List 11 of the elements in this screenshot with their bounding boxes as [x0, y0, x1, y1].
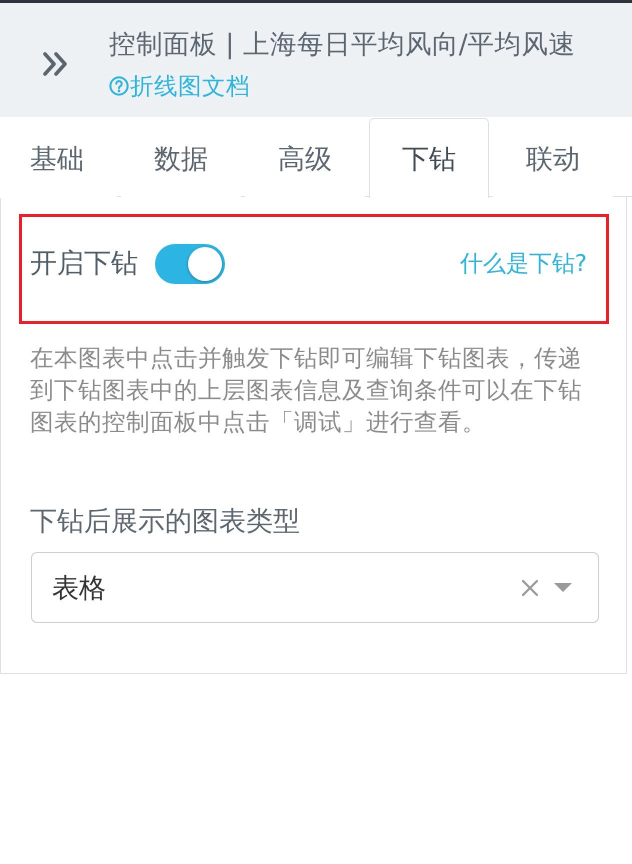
- double-chevron-icon[interactable]: [42, 51, 68, 77]
- chart-type-label: 下钻后展示的图表类型: [30, 505, 300, 539]
- panel-title: 控制面板 | 上海每日平均风向/平均风速: [109, 28, 576, 62]
- clear-icon[interactable]: [521, 578, 539, 596]
- question-circle-icon: [109, 76, 129, 96]
- drilldown-label: 开启下钻: [30, 247, 138, 281]
- toggle-switch[interactable]: [155, 244, 225, 284]
- caret-icon[interactable]: [554, 583, 572, 592]
- tab[interactable]: 下钻: [369, 118, 489, 198]
- description-text: 在本图表中点击并触发下钻即可编辑下钻图表，传递到下钻图表中的上层图表信息及查询条件可以在下钻图表的控制面板中点击「调试」进行查看。: [30, 343, 583, 438]
- select-field[interactable]: 表格: [31, 552, 599, 623]
